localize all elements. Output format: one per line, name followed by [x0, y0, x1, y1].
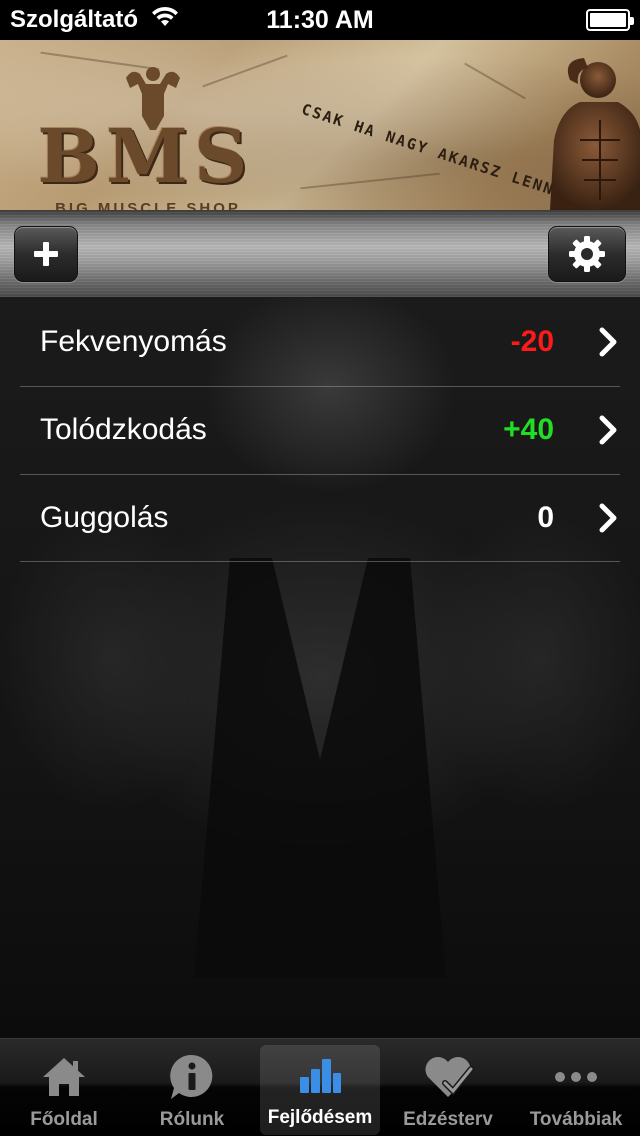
bar-chart-icon — [292, 1047, 348, 1103]
list-item[interactable]: Fekvenyomás -20 — [0, 298, 640, 386]
settings-button[interactable] — [548, 226, 626, 282]
add-button[interactable] — [14, 226, 78, 282]
status-bar: Szolgáltató 11:30 AM — [0, 0, 640, 40]
header-banner: BMS BIG MUSCLE SHOP CSAK HA NAGY AKARSZ … — [0, 40, 640, 210]
logo-text: BMS — [37, 114, 254, 200]
exercise-name: Fekvenyomás — [40, 325, 227, 358]
exercise-change: 0 — [537, 501, 554, 534]
battery-icon — [586, 9, 634, 31]
tab-workout-plan[interactable]: Edzésterv — [384, 1039, 512, 1136]
carrier-name: Szolgáltató — [10, 6, 139, 33]
list-item[interactable]: Tolódzkodás +40 — [0, 386, 640, 474]
battery-level — [590, 13, 626, 27]
more-icon — [548, 1049, 604, 1105]
tab-label: Edzésterv — [403, 1109, 493, 1130]
tab-progress[interactable]: Fejlődésem — [260, 1045, 380, 1135]
tab-more[interactable]: Továbbiak — [512, 1039, 640, 1136]
tab-bar: Főoldal Rólunk Fejlődésem Edzésterv Tová… — [0, 1038, 640, 1136]
tab-label: Főoldal — [30, 1109, 98, 1130]
brand-logo: BMS BIG MUSCLE SHOP — [18, 60, 278, 210]
exercise-list: Fekvenyomás -20 Tolódzkodás +40 Guggolás… — [0, 298, 640, 562]
heart-check-icon — [420, 1049, 476, 1105]
tab-about[interactable]: Rólunk — [128, 1039, 256, 1136]
status-right — [410, 9, 634, 31]
exercise-change: +40 — [503, 413, 554, 446]
home-icon — [36, 1049, 92, 1105]
chevron-right-icon — [596, 415, 622, 445]
wifi-icon — [150, 6, 180, 35]
info-icon — [164, 1049, 220, 1105]
status-left: Szolgáltató — [10, 6, 230, 35]
list-item[interactable]: Guggolás 0 — [0, 474, 640, 562]
exercise-name: Guggolás — [40, 501, 169, 534]
background-photo — [194, 558, 446, 978]
tab-label: Fejlődésem — [267, 1107, 373, 1128]
tab-label: Rólunk — [159, 1109, 225, 1130]
logo-subtitle: BIG MUSCLE SHOP — [55, 200, 241, 210]
chevron-right-icon — [596, 327, 622, 357]
toolbar — [0, 210, 640, 298]
plus-icon — [34, 242, 58, 266]
chevron-right-icon — [596, 503, 622, 533]
tab-home[interactable]: Főoldal — [0, 1039, 128, 1136]
tab-label: Továbbiak — [529, 1109, 623, 1130]
exercise-change: -20 — [510, 325, 554, 358]
exercise-name: Tolódzkodás — [40, 413, 207, 446]
athlete-image — [550, 58, 640, 210]
gear-icon — [569, 236, 605, 272]
status-time: 11:30 AM — [266, 5, 374, 34]
content-area: Fekvenyomás -20 Tolódzkodás +40 Guggolás… — [0, 298, 640, 1038]
